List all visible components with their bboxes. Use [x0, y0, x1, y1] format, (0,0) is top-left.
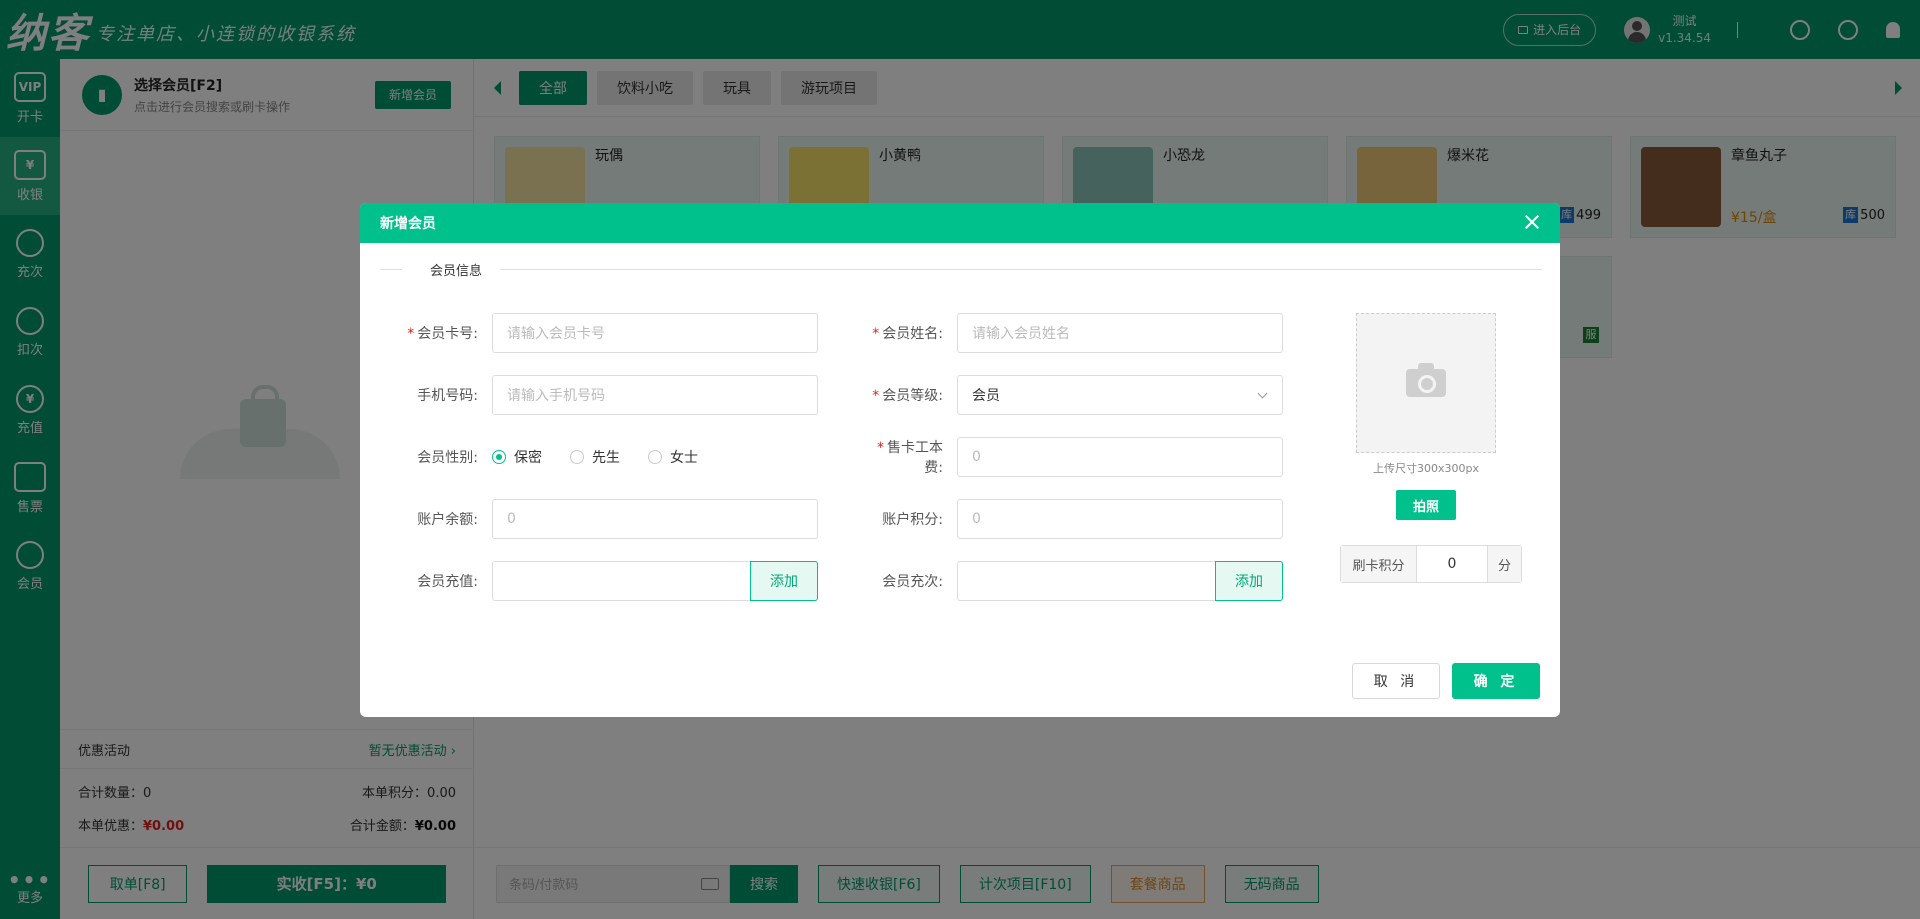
recharge-count-row: 会员充次: 添加 — [865, 561, 1283, 601]
add-member-dialog: 新增会员 会员信息 * 会员卡号: 请输入会员卡号 * 会员姓名: 请输入会员姓名 … — [360, 203, 1560, 717]
radio-icon — [570, 450, 584, 464]
name-label: 会员姓名: — [882, 326, 943, 342]
gender-option-secret[interactable]: 保密 — [492, 447, 542, 467]
balance-input[interactable]: 0 — [492, 499, 818, 539]
confirm-button[interactable]: 确 定 — [1452, 663, 1540, 699]
gender-row: 会员性别: 保密 先生 女士 — [400, 437, 726, 477]
points-row: 账户积分: 0 — [865, 499, 1283, 539]
phone-label: 手机号码: — [417, 388, 478, 404]
balance-label: 账户余额: — [417, 512, 478, 528]
upload-size-hint: 上传尺寸300x300px — [1373, 462, 1479, 475]
gender-label: 会员性别: — [417, 450, 478, 466]
gender-option-female[interactable]: 女士 — [648, 447, 698, 467]
name-row: * 会员姓名: 请输入会员姓名 — [865, 313, 1283, 353]
name-input[interactable]: 请输入会员姓名 — [957, 313, 1283, 353]
radio-icon — [648, 450, 662, 464]
recharge-label: 会员充值: — [417, 574, 478, 590]
points-input[interactable]: 0 — [957, 499, 1283, 539]
level-select[interactable]: 会员 — [957, 375, 1283, 415]
dialog-title: 新增会员 — [380, 216, 436, 232]
card-no-input[interactable]: 请输入会员卡号 — [492, 313, 818, 353]
take-photo-button[interactable]: 拍照 — [1396, 490, 1456, 520]
phone-row: 手机号码: 请输入手机号码 — [400, 375, 818, 415]
radio-icon — [492, 450, 506, 464]
chevron-down-icon — [1257, 388, 1268, 399]
gender-radio-group: 保密 先生 女士 — [492, 447, 726, 467]
cancel-button[interactable]: 取 消 — [1352, 663, 1440, 699]
card-no-row: * 会员卡号: 请输入会员卡号 — [400, 313, 818, 353]
balance-row: 账户余额: 0 — [400, 499, 818, 539]
recharge-row: 会员充值: 添加 — [400, 561, 818, 601]
card-fee-label: 售卡工本费: — [887, 440, 943, 476]
phone-input[interactable]: 请输入手机号码 — [492, 375, 818, 415]
photo-upload-box[interactable] — [1356, 313, 1496, 453]
level-label: 会员等级: — [882, 388, 943, 404]
swipe-points-field: 刷卡积分 0 分 — [1340, 545, 1522, 583]
card-fee-row: * 售卡工本费: 0 — [865, 437, 1283, 477]
close-icon[interactable] — [1522, 212, 1542, 232]
card-fee-input[interactable]: 0 — [957, 437, 1283, 477]
section-title: 会员信息 — [420, 260, 493, 279]
section-member-info: 会员信息 — [380, 259, 1542, 279]
swipe-points-label: 刷卡积分 — [1341, 546, 1417, 582]
points-label: 账户积分: — [882, 512, 943, 528]
recharge-input[interactable]: 添加 — [492, 561, 818, 601]
swipe-points-unit: 分 — [1487, 546, 1521, 582]
level-row: * 会员等级: 会员 — [865, 375, 1283, 415]
gender-option-male[interactable]: 先生 — [570, 447, 620, 467]
recharge-add-button[interactable]: 添加 — [750, 561, 818, 601]
camera-icon — [1406, 363, 1446, 397]
recharge-count-input[interactable]: 添加 — [957, 561, 1283, 601]
swipe-points-input[interactable]: 0 — [1417, 546, 1487, 582]
recharge-count-label: 会员充次: — [882, 574, 943, 590]
dialog-header: 新增会员 — [360, 203, 1560, 243]
card-no-label: 会员卡号: — [417, 326, 478, 342]
recharge-count-add-button[interactable]: 添加 — [1215, 561, 1283, 601]
